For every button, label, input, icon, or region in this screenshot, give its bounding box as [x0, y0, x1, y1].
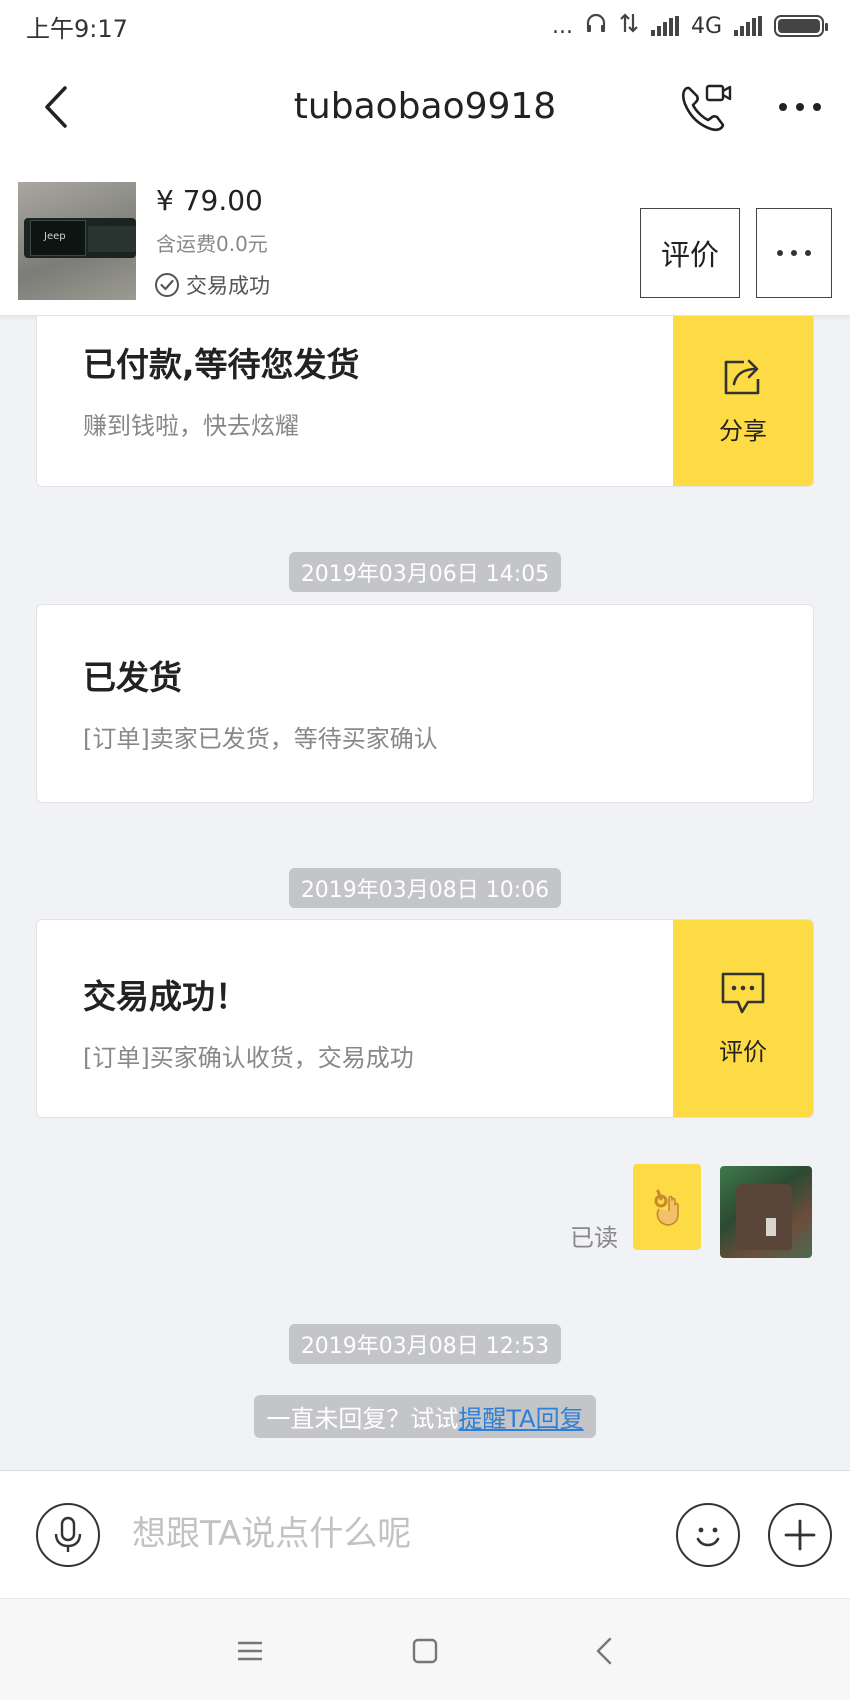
more-icon: [777, 250, 783, 256]
signal-icon: [650, 16, 679, 36]
card-subtitle: [订单]买家确认收货，交易成功: [83, 1044, 414, 1072]
shipping-fee: 含运费0.0元: [156, 232, 268, 256]
card-title: 已发货: [83, 658, 182, 697]
card-title: 交易成功！: [83, 977, 248, 1016]
order-card-shipped[interactable]: 已发货 [订单]卖家已发货，等待买家确认: [36, 604, 814, 803]
product-price: ¥ 79.00: [156, 184, 263, 217]
comment-icon: [721, 972, 765, 1014]
reply-reminder: 一直未回复？试试提醒TA回复: [0, 1395, 850, 1438]
status-icons: ... 4G: [551, 12, 828, 40]
order-card-paid[interactable]: 已付款,等待您发货 赚到钱啦，快去炫耀 分享: [36, 316, 814, 487]
timestamp-label: 2019年03月06日 14:05: [288, 552, 562, 592]
chat-header: tubaobao9918: [0, 52, 850, 164]
sent-message-bubble[interactable]: [633, 1164, 701, 1250]
message-timestamp: 2019年03月08日 12:53: [0, 1324, 850, 1364]
trade-status-label: 交易成功: [186, 274, 270, 298]
voice-input-button[interactable]: [36, 1503, 100, 1567]
home-nav-button[interactable]: [403, 1629, 447, 1673]
timestamp-label: 2019年03月08日 10:06: [288, 868, 562, 908]
notification-dots: ...: [551, 13, 573, 39]
message-input[interactable]: [132, 1501, 652, 1567]
plus-icon: [784, 1519, 816, 1551]
message-timestamp: 2019年03月08日 10:06: [0, 868, 850, 908]
trade-status: 交易成功: [154, 270, 270, 300]
product-summary: Jeep ¥ 79.00 含运费0.0元 交易成功 评价: [0, 164, 850, 316]
signal-icon-secondary: [734, 16, 762, 36]
read-status: 已读: [570, 1224, 618, 1252]
card-subtitle: [订单]卖家已发货，等待买家确认: [83, 725, 438, 753]
back-triangle-icon: [596, 1637, 612, 1665]
comment-button[interactable]: 评价: [673, 920, 813, 1117]
product-image[interactable]: Jeep: [18, 182, 136, 300]
card-title: 已付款,等待您发货: [83, 345, 360, 384]
card-subtitle: 赚到钱啦，快去炫耀: [83, 412, 299, 440]
smiley-icon: [696, 1527, 720, 1547]
status-bar: 上午9:17 ... 4G: [0, 0, 850, 52]
share-label: 分享: [719, 416, 767, 445]
comment-label: 评价: [719, 1038, 767, 1066]
product-more-button[interactable]: [756, 208, 832, 298]
more-actions-button[interactable]: [768, 1503, 832, 1567]
reminder-text: 一直未回复？试试: [266, 1405, 459, 1433]
share-button[interactable]: 分享: [673, 316, 813, 486]
message-input-bar: [0, 1470, 850, 1598]
emoji-button[interactable]: [676, 1503, 740, 1567]
more-options-button[interactable]: [770, 92, 830, 122]
menu-icon: [238, 1641, 262, 1661]
ok-hand-emoji-icon: [654, 1189, 679, 1226]
headphones-icon: [585, 12, 607, 40]
product-logo: Jeep: [44, 231, 66, 242]
system-navigation-bar: [0, 1598, 850, 1700]
microphone-icon: [54, 1516, 82, 1552]
back-nav-button[interactable]: [582, 1629, 626, 1673]
timestamp-label: 2019年03月08日 12:53: [288, 1324, 562, 1364]
network-type: 4G: [690, 13, 722, 39]
video-call-button[interactable]: [676, 80, 736, 136]
avatar[interactable]: [720, 1166, 812, 1258]
more-icon: [779, 103, 787, 111]
battery-icon: [774, 15, 828, 37]
share-icon: [724, 359, 760, 394]
menu-nav-button[interactable]: [228, 1629, 272, 1673]
data-transfer-icon: [619, 12, 639, 40]
order-card-completed[interactable]: 交易成功！ [订单]买家确认收货，交易成功 评价: [36, 919, 814, 1118]
message-timestamp: 2019年03月06日 14:05: [0, 552, 850, 592]
remind-reply-link[interactable]: 提醒TA回复: [458, 1405, 583, 1433]
check-circle-icon: [155, 273, 179, 297]
home-square-icon: [412, 1638, 438, 1664]
reminder-pill: 一直未回复？试试提醒TA回复: [254, 1395, 596, 1438]
video-call-icon: [681, 84, 732, 132]
review-button[interactable]: 评价: [640, 208, 740, 298]
status-time: 上午9:17: [26, 14, 128, 43]
